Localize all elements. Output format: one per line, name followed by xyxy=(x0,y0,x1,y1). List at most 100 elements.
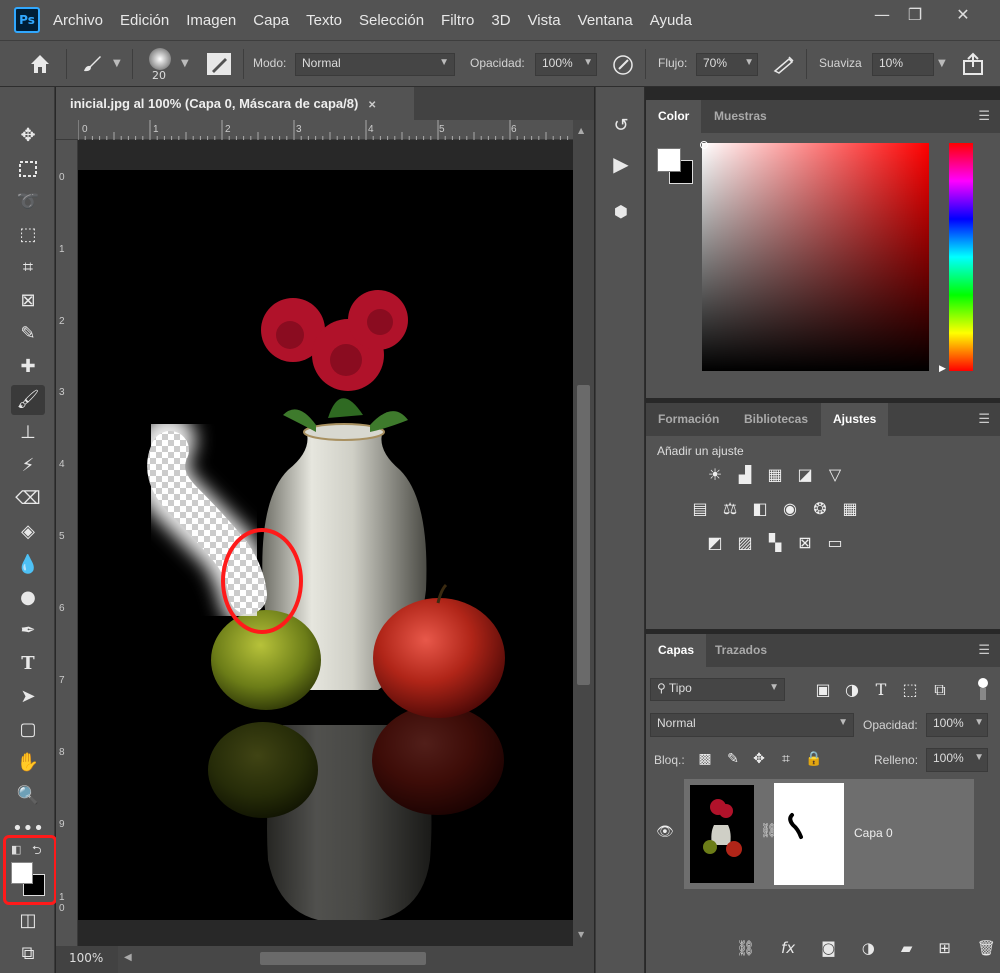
zoom-tool-icon[interactable]: 🔍 xyxy=(11,781,45,811)
mode-select[interactable]: Normal ▼ xyxy=(295,53,455,76)
add-mask-icon[interactable]: ◙ xyxy=(821,939,836,965)
eyedropper-tool-icon[interactable]: ✎ xyxy=(11,319,45,349)
scroll-thumb[interactable] xyxy=(577,385,590,685)
dodge-tool-icon[interactable]: ● xyxy=(11,583,45,613)
marquee-tool-icon[interactable] xyxy=(11,154,45,184)
layer-mask-thumbnail[interactable] xyxy=(774,783,844,885)
delete-layer-icon[interactable]: 🗑 xyxy=(977,939,996,965)
menu-archivo[interactable]: Archivo xyxy=(53,12,103,29)
move-tool-icon[interactable]: ✥ xyxy=(11,121,45,151)
tab-trazados[interactable]: Trazados xyxy=(703,634,779,667)
vibrance-icon[interactable]: ▽ xyxy=(823,463,847,487)
document-tab[interactable]: inicial.jpg al 100% (Capa 0, Máscara de … xyxy=(56,87,414,120)
new-adjustment-icon[interactable]: ◑ xyxy=(862,939,875,965)
levels-icon[interactable]: ▟ xyxy=(733,463,757,487)
menu-3d[interactable]: 3D xyxy=(491,12,510,29)
layer-row[interactable]: ⛓ Capa 0 xyxy=(684,779,974,889)
channel-mixer-icon[interactable]: ❂ xyxy=(808,497,832,521)
hue-saturation-icon[interactable]: ▤ xyxy=(688,497,712,521)
swap-colors-icon[interactable]: ⮌ xyxy=(32,841,42,862)
black-white-icon[interactable]: ◧ xyxy=(748,497,772,521)
path-selection-tool-icon[interactable]: ➤ xyxy=(11,682,45,712)
rectangle-tool-icon[interactable]: ▢ xyxy=(11,715,45,745)
lock-artboard-icon[interactable]: ⌗ xyxy=(774,747,798,771)
smooth-field[interactable]: 10% xyxy=(872,53,934,76)
crop-tool-icon[interactable]: ⌗ xyxy=(11,253,45,283)
filter-pixel-icon[interactable]: ▣ xyxy=(811,678,835,702)
menu-filtro[interactable]: Filtro xyxy=(441,12,474,29)
brush-tool-icon[interactable]: 🖌 xyxy=(11,385,45,415)
chevron-down-icon[interactable]: ▼ xyxy=(113,58,121,69)
hand-tool-icon[interactable]: ✋ xyxy=(11,748,45,778)
paint-bucket-tool-icon[interactable]: ◈ xyxy=(11,517,45,547)
brightness-icon[interactable]: ☀ xyxy=(703,463,727,487)
layer-name[interactable]: Capa 0 xyxy=(854,826,893,840)
layer-thumbnail[interactable] xyxy=(690,785,754,883)
menu-texto[interactable]: Texto xyxy=(306,12,342,29)
layer-filter-select[interactable]: ⚲ Tipo ▼ xyxy=(650,678,785,701)
quick-mask-icon[interactable]: ◫ xyxy=(11,906,45,936)
flow-field[interactable]: 70% ▼ xyxy=(696,53,758,76)
color-picker-cursor[interactable] xyxy=(700,141,708,149)
foreground-color-swatch[interactable] xyxy=(11,862,33,884)
photoshop-logo[interactable]: Ps xyxy=(14,7,40,33)
scroll-left-icon[interactable]: ◀ xyxy=(124,952,132,963)
history-brush-tool-icon[interactable]: ⚡ xyxy=(11,451,45,481)
panel-menu-icon[interactable]: ☰ xyxy=(978,412,990,427)
history-icon[interactable]: ↺ xyxy=(608,115,634,141)
brush-settings-icon[interactable] xyxy=(207,53,231,75)
lock-pixels-icon[interactable]: ✎ xyxy=(721,747,745,771)
type-tool-icon[interactable]: T xyxy=(11,649,45,679)
pen-tool-icon[interactable]: ✒ xyxy=(11,616,45,646)
exposure-icon[interactable]: ◪ xyxy=(793,463,817,487)
color-lookup-icon[interactable]: ▦ xyxy=(838,497,862,521)
saturation-brightness-field[interactable] xyxy=(702,143,929,371)
frame-tool-icon[interactable]: ⊠ xyxy=(11,286,45,316)
fx-icon[interactable]: fx xyxy=(781,939,795,965)
default-colors-icon[interactable]: ◧ xyxy=(11,843,21,856)
opacity-field[interactable]: 100% ▼ xyxy=(535,53,597,76)
eraser-tool-icon[interactable]: ⌫ xyxy=(11,484,45,514)
menu-vista[interactable]: Vista xyxy=(528,12,561,29)
document-image[interactable] xyxy=(78,170,573,920)
airbrush-icon[interactable] xyxy=(771,53,797,77)
lock-transparency-icon[interactable]: ▩ xyxy=(693,747,717,771)
threshold-icon[interactable]: ▚ xyxy=(763,531,787,555)
gradient-map-icon[interactable]: ▭ xyxy=(823,531,847,555)
filter-shape-icon[interactable]: ⬚ xyxy=(898,678,922,702)
chevron-down-icon[interactable]: ▼ xyxy=(938,58,946,69)
chevron-down-icon[interactable]: ▼ xyxy=(181,58,189,69)
screen-mode-icon[interactable]: ⧉ xyxy=(11,939,45,969)
tab-capas[interactable]: Capas xyxy=(646,634,707,667)
close-tab-icon[interactable]: ✕ xyxy=(368,100,376,111)
lock-all-icon[interactable]: 🔒 xyxy=(802,747,826,771)
link-layers-icon[interactable]: ⛓ xyxy=(736,939,755,965)
brush-preset-icon[interactable] xyxy=(80,53,104,75)
blend-mode-select[interactable]: Normal ▼ xyxy=(650,713,854,737)
tab-formacion[interactable]: Formación xyxy=(646,403,731,436)
photo-filter-icon[interactable]: ◉ xyxy=(778,497,802,521)
filter-smart-object-icon[interactable]: ⧉ xyxy=(928,678,952,702)
vertical-scrollbar[interactable]: ▲ ▼ xyxy=(573,120,594,946)
restore-button[interactable]: ❐ xyxy=(895,5,935,27)
filter-adjustment-icon[interactable]: ◑ xyxy=(840,678,864,702)
selective-color-icon[interactable]: ⊠ xyxy=(793,531,817,555)
menu-capa[interactable]: Capa xyxy=(253,12,289,29)
scroll-up-icon[interactable]: ▲ xyxy=(578,126,584,135)
brush-tip-icon[interactable] xyxy=(149,48,171,70)
menu-seleccion[interactable]: Selección xyxy=(359,12,424,29)
curves-icon[interactable]: ▦ xyxy=(763,463,787,487)
filter-type-icon[interactable]: T xyxy=(869,678,893,702)
canvas-area[interactable] xyxy=(78,140,573,946)
3d-cube-icon[interactable]: ⬢ xyxy=(608,202,634,228)
scroll-thumb[interactable] xyxy=(260,952,426,965)
foreground-color-chip[interactable] xyxy=(657,148,681,172)
hue-slider-handle-icon[interactable]: ▶ xyxy=(939,364,946,374)
healing-brush-tool-icon[interactable]: ✚ xyxy=(11,352,45,382)
menu-ventana[interactable]: Ventana xyxy=(578,12,633,29)
tab-ajustes[interactable]: Ajustes xyxy=(821,403,889,436)
menu-ayuda[interactable]: Ayuda xyxy=(650,12,692,29)
lasso-tool-icon[interactable]: ➰ xyxy=(11,187,45,217)
share-icon[interactable] xyxy=(960,51,986,77)
tab-color[interactable]: Color xyxy=(646,100,702,133)
